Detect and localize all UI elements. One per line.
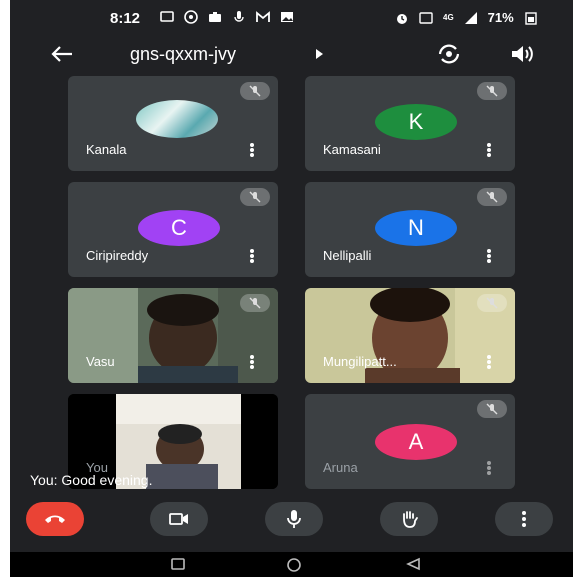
alarm-icon — [397, 13, 407, 24]
mic-off-icon — [477, 82, 507, 100]
mic-off-icon — [240, 294, 270, 312]
camera-button[interactable] — [150, 502, 208, 536]
battery-icon — [525, 11, 537, 25]
hang-up-icon — [45, 515, 65, 523]
participant-name: Ciripireddy — [86, 248, 149, 263]
microphone-button[interactable] — [265, 502, 323, 536]
more-vert-icon — [522, 511, 526, 527]
image-icon — [281, 12, 293, 22]
participant-tile-kanala[interactable]: Kanala — [68, 76, 278, 171]
system-nav-bar — [10, 552, 573, 577]
notification-icons — [160, 10, 294, 24]
play-triangle-icon[interactable] — [314, 48, 324, 60]
camera-notif-icon — [209, 12, 221, 22]
speaker-icon[interactable] — [510, 43, 536, 65]
more-vert-icon[interactable] — [487, 355, 491, 369]
status-bar: 8:12 4G 71% — [10, 0, 573, 38]
call-controls — [10, 490, 573, 552]
participant-name: Kamasani — [323, 142, 381, 157]
participant-name: Kanala — [86, 142, 127, 157]
mic-off-icon — [477, 294, 507, 312]
meeting-code[interactable]: gns-qxxm-jvy — [130, 44, 236, 65]
status-time: 8:12 — [110, 10, 141, 27]
avatar: C — [138, 210, 220, 246]
battery-percent: 71% — [487, 10, 514, 25]
participant-name: Nellipalli — [323, 248, 372, 263]
network-type: 4G — [443, 13, 454, 22]
screen-icon — [160, 11, 174, 22]
participant-tile-aruna[interactable]: A Aruna — [305, 394, 515, 489]
hand-icon — [403, 511, 418, 528]
more-vert-icon[interactable] — [487, 143, 491, 157]
participant-tile-mungilipatt[interactable]: Mungilipatt... — [305, 288, 515, 383]
participant-name: Aruna — [323, 460, 358, 475]
participant-tile-ciripireddy[interactable]: C Ciripireddy — [68, 182, 278, 277]
more-vert-icon[interactable] — [250, 355, 254, 369]
avatar: A — [375, 424, 457, 460]
mic-off-icon — [477, 400, 507, 418]
back-nav-icon[interactable] — [405, 557, 421, 571]
videocam-icon — [169, 513, 188, 525]
more-vert-icon[interactable] — [250, 249, 254, 263]
mic-icon — [287, 510, 301, 528]
live-caption: You: Good evening. — [30, 472, 153, 488]
gmail-icon — [256, 11, 270, 22]
meeting-header: gns-qxxm-jvy — [10, 38, 573, 74]
participant-tile-kamasani[interactable]: K Kamasani — [305, 76, 515, 171]
back-arrow-icon[interactable] — [48, 42, 76, 66]
more-vert-icon[interactable] — [487, 249, 491, 263]
more-vert-icon[interactable] — [487, 461, 491, 475]
chrome-icon — [184, 10, 198, 24]
signal-icon — [464, 11, 477, 24]
end-call-button[interactable] — [26, 502, 84, 536]
recents-icon[interactable] — [170, 557, 186, 571]
mic-notif-icon — [234, 11, 244, 22]
avatar: N — [375, 210, 457, 246]
participant-name: Vasu — [86, 354, 115, 369]
mic-off-icon — [240, 188, 270, 206]
system-icons: 4G 71% — [395, 10, 538, 25]
meet-app: 8:12 4G 71% gns-qxxm-jvy Kanala K Kamasa… — [10, 0, 573, 577]
switch-camera-icon[interactable] — [436, 42, 462, 66]
participant-name: Mungilipatt... — [323, 354, 397, 369]
profile-photo-avatar — [136, 100, 218, 138]
mic-off-icon — [477, 188, 507, 206]
volte-icon — [419, 11, 433, 24]
participant-tile-vasu[interactable]: Vasu — [68, 288, 278, 383]
raise-hand-button[interactable] — [380, 502, 438, 536]
more-options-button[interactable] — [495, 502, 553, 536]
home-icon[interactable] — [285, 557, 303, 573]
more-vert-icon[interactable] — [250, 143, 254, 157]
avatar: K — [375, 104, 457, 140]
mic-off-icon — [240, 82, 270, 100]
participant-tile-nellipalli[interactable]: N Nellipalli — [305, 182, 515, 277]
